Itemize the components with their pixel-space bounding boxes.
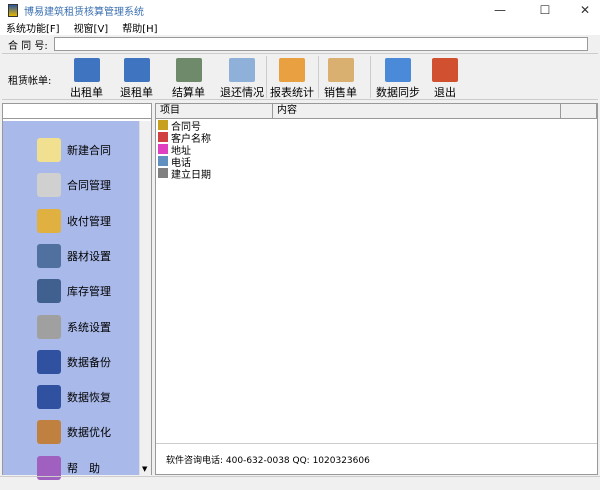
minimize-button[interactable]: — (485, 0, 515, 20)
contract-label: 合 同 号: (8, 40, 48, 52)
row-icon (158, 120, 168, 130)
toolbar-separator (370, 56, 371, 98)
nav-item-2[interactable]: 收付管理 (37, 208, 111, 233)
nav-item-label: 库存管理 (67, 285, 111, 299)
title-bar: 博易建筑租赁核算管理系统 — ☐ ✕ (0, 0, 600, 20)
nav-item-3[interactable]: 器材设置 (37, 243, 111, 268)
table-row[interactable]: 合同号 (156, 119, 597, 133)
toolbar-button-3[interactable]: 退还情况 (220, 58, 264, 100)
nav-item-label: 系统设置 (67, 320, 111, 334)
toolbar-icon (279, 58, 305, 82)
table-row[interactable]: 建立日期 (156, 167, 597, 181)
maximize-button[interactable]: ☐ (530, 0, 560, 20)
menu-bar: 系统功能[F] 视窗[V] 帮助[H] (0, 20, 600, 35)
menu-system[interactable]: 系统功能[F] (6, 20, 60, 35)
table-row[interactable]: 客户名称 (156, 131, 597, 145)
toolbar-icon (73, 58, 100, 82)
row-icon (158, 144, 168, 154)
toolbar-button-label: 退租单 (120, 86, 153, 99)
menu-view[interactable]: 视窗[V] (74, 20, 109, 35)
toolbar-icon (385, 58, 411, 82)
row-icon (158, 168, 168, 178)
toolbar-button-4[interactable]: 报表统计 (270, 58, 314, 100)
row-icon (158, 132, 168, 142)
toolbar-button-label: 销售单 (324, 86, 357, 99)
toolbar-button-label: 数据同步 (376, 86, 420, 99)
table-row[interactable]: 地址 (156, 143, 597, 157)
toolbar-button-label: 出租单 (70, 86, 103, 99)
nav-item-label: 数据备份 (67, 355, 111, 369)
row-icon (158, 156, 168, 166)
toolbar-separator (318, 56, 319, 98)
toolbar-button-label: 退出 (434, 86, 456, 99)
table-header: 项目 内容 (156, 104, 597, 119)
nav-item-5[interactable]: 系统设置 (37, 314, 111, 339)
nav-icon (37, 420, 61, 445)
left-panel-header (3, 104, 151, 119)
toolbar-button-label: 结算单 (172, 86, 205, 99)
nav-item-label: 帮 助 (67, 461, 100, 475)
toolbar-button-6[interactable]: 数据同步 (376, 58, 420, 100)
contract-row: 合 同 号: (2, 36, 598, 52)
col-content[interactable]: 内容 (273, 104, 561, 118)
row-label: 建立日期 (171, 169, 211, 181)
toolbar-button-1[interactable]: 退租单 (120, 58, 153, 100)
nav-icon (37, 279, 61, 304)
toolbar-button-2[interactable]: 结算单 (172, 58, 205, 100)
nav-item-label: 收付管理 (67, 214, 111, 228)
status-bar (0, 476, 600, 490)
nav-item-label: 新建合同 (67, 144, 111, 157)
nav-item-6[interactable]: 数据备份 (37, 349, 111, 374)
toolbar-separator (266, 56, 267, 98)
detail-panel: 项目 内容 合同号 客户名称 地址 电话 建立日期 软件咨询电话: 400-632-00… (155, 103, 598, 475)
nav-icon (37, 173, 61, 198)
toolbar-button-label: 报表统计 (270, 86, 314, 99)
nav-item-8[interactable]: 数据优化 (37, 420, 111, 445)
app-icon (8, 3, 18, 17)
scrollbar[interactable]: ▼ (139, 121, 151, 475)
toolbar-button-7[interactable]: 退出 (432, 58, 458, 100)
toolbar-icon (175, 58, 202, 82)
nav-item-label: 数据恢复 (67, 391, 111, 405)
col-extra[interactable] (561, 104, 597, 118)
nav-item-4[interactable]: 库存管理 (37, 279, 111, 304)
toolbar-button-label: 退还情况 (220, 86, 264, 99)
nav-icon (37, 243, 61, 268)
left-panel: 新建合同 合同管理 收付管理 器材设置 库存管理 系统设置 数据备份 数据恢复 数据优化帮 助 … (2, 103, 152, 480)
nav-item-label: 数据优化 (67, 426, 111, 440)
nav-item-0[interactable]: 新建合同 (37, 138, 111, 162)
nav-item-1[interactable]: 合同管理 (37, 173, 111, 198)
menu-help[interactable]: 帮助[H] (122, 20, 157, 35)
toolbar: 租赁帐单: 出租单 退租单 结算单 退还情况 报表统计 销售单 数据同步 退出 (2, 53, 598, 100)
nav-item-label: 合同管理 (67, 179, 111, 193)
toolbar-icon (123, 58, 150, 82)
toolbar-label: 租赁帐单: (8, 76, 52, 87)
nav-icon (37, 349, 61, 374)
nav-panel: 新建合同合同管理收付管理器材设置库存管理系统设置数据备份数据恢复数据优化帮 助 (3, 121, 139, 480)
toolbar-icon (229, 58, 255, 82)
nav-icon (37, 138, 61, 162)
scroll-down-icon[interactable]: ▼ (142, 465, 147, 473)
toolbar-icon (327, 58, 354, 82)
contract-input[interactable] (53, 37, 588, 51)
toolbar-icon (432, 58, 458, 82)
nav-icon (37, 208, 61, 233)
close-button[interactable]: ✕ (570, 0, 600, 20)
table-row[interactable]: 电话 (156, 155, 597, 169)
toolbar-button-0[interactable]: 出租单 (70, 58, 103, 100)
nav-item-7[interactable]: 数据恢复 (37, 385, 111, 410)
contact-info: 软件咨询电话: 400-632-0038 QQ: 1020323606 (166, 456, 370, 466)
col-item[interactable]: 项目 (156, 104, 273, 118)
nav-icon (37, 385, 61, 410)
toolbar-button-5[interactable]: 销售单 (324, 58, 357, 100)
nav-icon (37, 314, 61, 339)
nav-item-label: 器材设置 (67, 249, 111, 263)
window-title: 博易建筑租赁核算管理系统 (24, 6, 144, 18)
